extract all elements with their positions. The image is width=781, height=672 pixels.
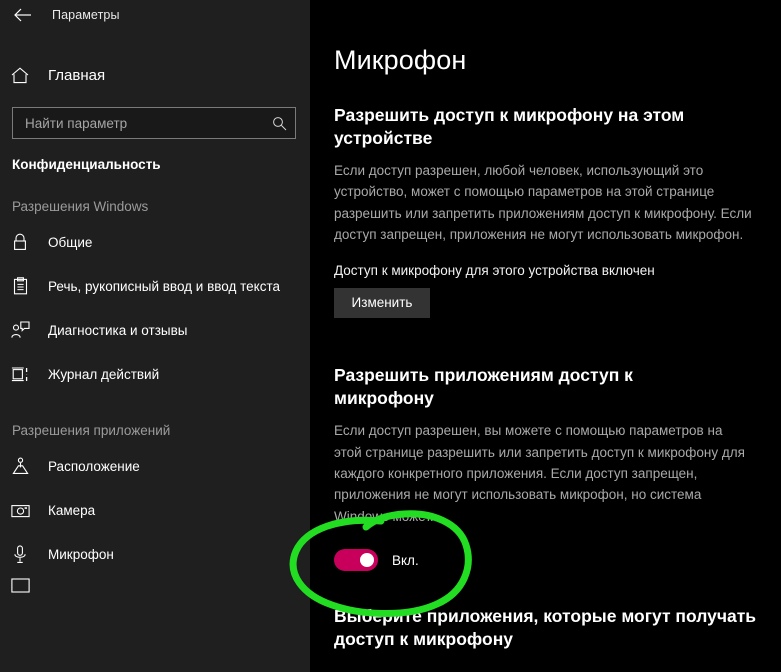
title-bar: Параметры bbox=[0, 0, 310, 30]
sidebar-item-microphone[interactable]: Микрофон bbox=[0, 532, 310, 576]
main-content: Микрофон Разрешить доступ к микрофону на… bbox=[310, 0, 781, 672]
camera-icon bbox=[10, 500, 30, 520]
app-title: Параметры bbox=[52, 8, 120, 22]
device-access-status: Доступ к микрофону для этого устройства … bbox=[334, 263, 655, 279]
sidebar-item-location[interactable]: Расположение bbox=[0, 444, 310, 488]
apps-access-toggle-row: Вкл. bbox=[334, 549, 759, 572]
sidebar-item-activity-history[interactable]: Журнал действий bbox=[0, 352, 310, 396]
sidebar-item-location-label: Расположение bbox=[48, 458, 140, 474]
back-arrow-icon[interactable] bbox=[12, 4, 34, 26]
search-input[interactable] bbox=[25, 115, 271, 131]
sidebar-item-diagnostics-feedback[interactable]: Диагностика и отзывы bbox=[0, 308, 310, 352]
choose-apps-heading: Выберите приложения, которые могут получ… bbox=[334, 606, 757, 650]
sidebar-group-app-permissions: Расположение Камера Микрофон bbox=[0, 444, 310, 602]
sidebar-group-windows-permissions: Общие Речь, рукописный ввод и ввод текст… bbox=[0, 220, 310, 396]
toggle-knob bbox=[360, 553, 374, 568]
clipboard-icon bbox=[10, 276, 30, 296]
sidebar-item-general[interactable]: Общие bbox=[0, 220, 310, 264]
sidebar-item-activity-history-label: Журнал действий bbox=[48, 366, 160, 382]
page-title: Микрофон bbox=[334, 45, 467, 75]
microphone-apps-toggle-label: Вкл. bbox=[392, 552, 419, 568]
device-access-heading: Разрешить доступ к микрофону на этом уст… bbox=[334, 104, 685, 148]
sidebar-item-diagnostics-feedback-label: Диагностика и отзывы bbox=[48, 322, 188, 338]
apps-access-description: Если доступ разрешен, вы можете с помощь… bbox=[334, 423, 745, 524]
sidebar-item-speech-inking-typing-label: Речь, рукописный ввод и ввод текста bbox=[48, 278, 281, 294]
lock-icon bbox=[10, 232, 30, 252]
sidebar-group-label-app-permissions: Разрешения приложений bbox=[12, 423, 171, 438]
device-access-description: Если доступ разрешен, любой человек, исп… bbox=[334, 162, 752, 242]
microphone-apps-toggle[interactable] bbox=[334, 549, 378, 572]
settings-window: Параметры Главная Конфиденциальность bbox=[0, 0, 781, 672]
person-feedback-icon bbox=[10, 320, 30, 340]
notifications-icon bbox=[10, 576, 30, 596]
activity-history-icon bbox=[10, 364, 30, 384]
home-icon bbox=[10, 65, 30, 85]
sidebar-item-home-label: Главная bbox=[48, 66, 106, 84]
search-box[interactable] bbox=[12, 107, 296, 139]
sidebar-item-camera[interactable]: Камера bbox=[0, 488, 310, 532]
sidebar-item-microphone-label: Микрофон bbox=[48, 546, 114, 562]
sidebar-group-label-windows-permissions: Разрешения Windows bbox=[12, 199, 149, 214]
sidebar-item-speech-inking-typing[interactable]: Речь, рукописный ввод и ввод текста bbox=[0, 264, 310, 308]
sidebar-item-notifications[interactable] bbox=[0, 576, 310, 602]
sidebar-item-home[interactable]: Главная bbox=[0, 55, 310, 95]
search-icon[interactable] bbox=[271, 115, 287, 131]
sidebar-item-general-label: Общие bbox=[48, 234, 93, 250]
location-icon bbox=[10, 456, 30, 476]
apps-access-heading: Разрешить приложениям доступ к микрофону bbox=[334, 365, 633, 409]
change-button[interactable]: Изменить bbox=[334, 288, 430, 319]
sidebar-item-camera-label: Камера bbox=[48, 502, 96, 518]
sidebar: Параметры Главная Конфиденциальность bbox=[0, 0, 310, 672]
microphone-icon bbox=[10, 544, 30, 564]
page-section-title: Конфиденциальность bbox=[12, 157, 161, 172]
